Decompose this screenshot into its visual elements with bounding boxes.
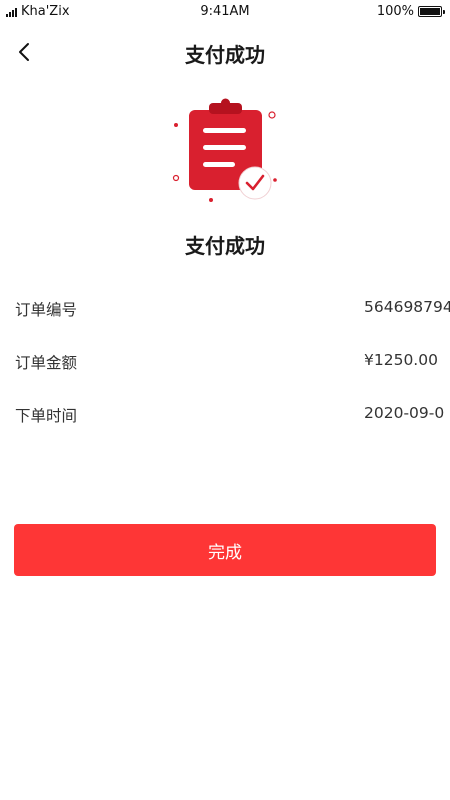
order-number-label: 订单编号: [15, 301, 78, 319]
order-number-row: 订单编号 564698794: [0, 290, 450, 343]
order-info-list: 订单编号 564698794 订单金额 ¥1250.00 下单时间 2020-0…: [0, 290, 450, 449]
payment-success-illustration: [165, 96, 285, 211]
order-number-value: 564698794: [364, 298, 450, 316]
status-bar: Kha'Zix 9:41AM 100%: [0, 0, 450, 24]
order-amount-label: 订单金额: [15, 354, 78, 372]
order-time-row: 下单时间 2020-09-0: [0, 396, 450, 449]
done-button[interactable]: 完成: [14, 524, 436, 576]
battery-percent: 100%: [376, 4, 414, 19]
status-right: 100%: [376, 4, 445, 19]
order-time-value: 2020-09-0: [364, 404, 445, 422]
done-button-label: 完成: [208, 542, 242, 563]
clipboard-check-icon: [172, 98, 277, 202]
battery-icon: [418, 6, 445, 17]
order-time-label: 下单时间: [15, 407, 78, 425]
battery-fill: [420, 8, 440, 15]
nav-bar: 支付成功: [0, 28, 450, 76]
order-amount-value: ¥1250.00: [364, 351, 438, 369]
page-title: 支付成功: [185, 43, 265, 67]
result-title: 支付成功: [185, 234, 265, 258]
order-amount-row: 订单金额 ¥1250.00: [0, 343, 450, 396]
